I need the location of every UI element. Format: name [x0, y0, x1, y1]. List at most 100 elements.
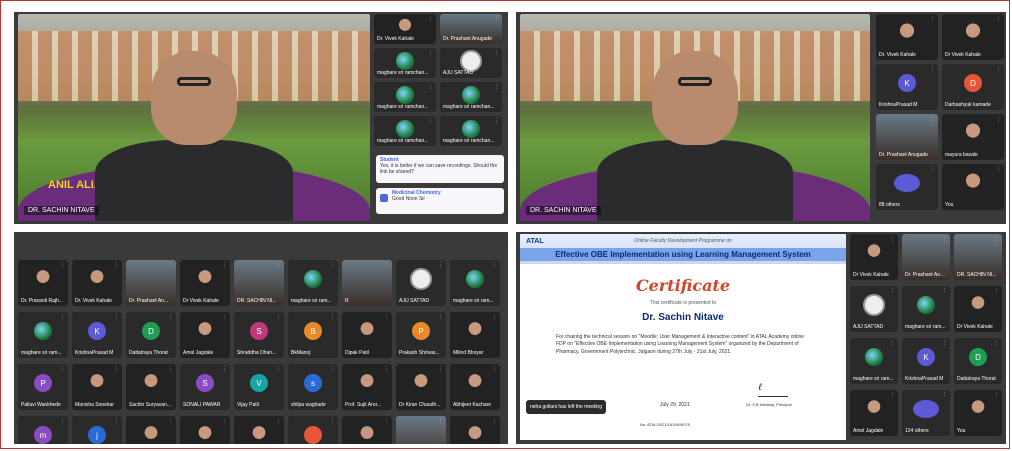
- tile-menu-icon[interactable]: ⋮: [60, 418, 65, 424]
- tile-menu-icon[interactable]: ⋮: [494, 16, 499, 22]
- participant-tile[interactable]: V ⋮ Vijay Patil: [234, 364, 284, 410]
- participant-tile[interactable]: ⋮ maghare sri ram...: [902, 286, 950, 332]
- tile-menu-icon[interactable]: ⋮: [438, 314, 443, 320]
- participant-tile[interactable]: ⋮ Amol Jagdale: [850, 390, 898, 436]
- tile-menu-icon[interactable]: ⋮: [994, 340, 999, 346]
- participant-tile[interactable]: K ⋮ KrishnaPrasad M: [876, 64, 938, 110]
- participant-tile[interactable]: ⋮ 124 others: [902, 390, 950, 436]
- tile-menu-icon[interactable]: ⋮: [428, 16, 433, 22]
- tile-menu-icon[interactable]: ⋮: [492, 262, 497, 268]
- participant-tile[interactable]: ⋮ Dr Vivek Kahale: [850, 234, 898, 280]
- participant-tile[interactable]: ⋮ R: [342, 260, 392, 306]
- participant-tile[interactable]: P ⋮ Pallavi Wankhede: [18, 364, 68, 410]
- participant-tile[interactable]: ⋮ Dr Kiran Chaudh...: [396, 364, 446, 410]
- tile-menu-icon[interactable]: ⋮: [942, 392, 947, 398]
- participant-tile[interactable]: ⋮ Dr Vivek Kahale: [942, 14, 1004, 60]
- participant-tile[interactable]: ⋮ Dr. Prashant Anugade: [876, 114, 938, 160]
- participant-tile[interactable]: s ⋮ shilpa waghade: [288, 364, 338, 410]
- tile-menu-icon[interactable]: ⋮: [168, 314, 173, 320]
- participant-tile[interactable]: ⋮ mayura bazale: [942, 114, 1004, 160]
- certificate-share[interactable]: ATAL Online Faculty Development Programm…: [520, 234, 846, 440]
- tile-menu-icon[interactable]: ⋮: [330, 418, 335, 424]
- participant-tile[interactable]: ⋮ Dipak Patil: [342, 312, 392, 358]
- participant-tile[interactable]: ⋮ Dr Vivek Kahale: [180, 260, 230, 306]
- tile-menu-icon[interactable]: ⋮: [114, 418, 119, 424]
- participant-tile[interactable]: ⋮ Dr. Prashant Anugade: [902, 234, 950, 280]
- participant-tile[interactable]: ⋮ Prof. Sujit Aror...: [342, 364, 392, 410]
- participant-tile[interactable]: ⋮ Dr. Prashant Anugade: [440, 14, 502, 44]
- chat-notice-medicinal[interactable]: Medicinal Chemistry Good Noon Sir: [376, 188, 504, 214]
- participant-tile[interactable]: ⋮ Abhijeet Kachare: [450, 364, 500, 410]
- tile-menu-icon[interactable]: ⋮: [438, 366, 443, 372]
- participant-tile[interactable]: ⋮ AJIJ SATTAD: [396, 260, 446, 306]
- participant-tile[interactable]: ⋮ AJIJ SATTAD: [850, 286, 898, 332]
- participant-tile[interactable]: ⋮: [342, 416, 392, 444]
- participant-tile[interactable]: B ⋮ BkManoj: [288, 312, 338, 358]
- participant-tile[interactable]: ⋮ Sachin Suryavan...: [126, 364, 176, 410]
- tile-menu-icon[interactable]: ⋮: [494, 118, 499, 124]
- tile-menu-icon[interactable]: ⋮: [222, 366, 227, 372]
- participant-tile[interactable]: ⋮ maghare sri ramchan...: [440, 116, 502, 146]
- tile-menu-icon[interactable]: ⋮: [890, 340, 895, 346]
- participant-tile[interactable]: D ⋮ Dattatraya Thorat: [954, 338, 1002, 384]
- participant-tile[interactable]: ⋮ Amol Jagdale: [180, 312, 230, 358]
- participant-tile[interactable]: ⋮ maghare sri ramchan...: [374, 48, 436, 78]
- participant-tile[interactable]: ⋮: [396, 416, 446, 444]
- tile-menu-icon[interactable]: ⋮: [492, 418, 497, 424]
- tile-menu-icon[interactable]: ⋮: [890, 288, 895, 294]
- tile-menu-icon[interactable]: ⋮: [276, 262, 281, 268]
- tile-menu-icon[interactable]: ⋮: [384, 418, 389, 424]
- tile-menu-icon[interactable]: ⋮: [384, 366, 389, 372]
- participant-tile[interactable]: ⋮ DR. SACHIN NI...: [954, 234, 1002, 280]
- participant-tile[interactable]: ⋮ maghare sri ram...: [18, 312, 68, 358]
- tile-menu-icon[interactable]: ⋮: [930, 66, 935, 72]
- tile-menu-icon[interactable]: ⋮: [494, 50, 499, 56]
- participant-tile[interactable]: j⋮j: [72, 416, 122, 444]
- tile-menu-icon[interactable]: ⋮: [168, 262, 173, 268]
- tile-menu-icon[interactable]: ⋮: [330, 262, 335, 268]
- tile-menu-icon[interactable]: ⋮: [492, 366, 497, 372]
- tile-menu-icon[interactable]: ⋮: [330, 366, 335, 372]
- participant-tile[interactable]: ⋮: [126, 416, 176, 444]
- participant-tile[interactable]: ⋮: [288, 416, 338, 444]
- tile-menu-icon[interactable]: ⋮: [996, 16, 1001, 22]
- participant-tile[interactable]: ⋮: [450, 416, 500, 444]
- participant-tile[interactable]: P ⋮ Prakash Shrivas...: [396, 312, 446, 358]
- tile-menu-icon[interactable]: ⋮: [996, 116, 1001, 122]
- participant-tile[interactable]: ⋮: [180, 416, 230, 444]
- tile-menu-icon[interactable]: ⋮: [930, 16, 935, 22]
- tile-menu-icon[interactable]: ⋮: [428, 50, 433, 56]
- tile-menu-icon[interactable]: ⋮: [890, 236, 895, 242]
- participant-tile[interactable]: D ⋮ Dattatraya Thorat: [126, 312, 176, 358]
- tile-menu-icon[interactable]: ⋮: [890, 392, 895, 398]
- tile-menu-icon[interactable]: ⋮: [942, 236, 947, 242]
- participant-tile[interactable]: S ⋮ SONALI PAWAR: [180, 364, 230, 410]
- participant-tile[interactable]: K ⋮ KrishnaPrasad M: [902, 338, 950, 384]
- tile-menu-icon[interactable]: ⋮: [168, 366, 173, 372]
- tile-menu-icon[interactable]: ⋮: [428, 84, 433, 90]
- participant-tile[interactable]: ⋮ maghare sri ram...: [450, 260, 500, 306]
- tile-menu-icon[interactable]: ⋮: [438, 418, 443, 424]
- participant-tile[interactable]: ⋮ Dr Vivek Kahale: [954, 286, 1002, 332]
- tile-menu-icon[interactable]: ⋮: [384, 314, 389, 320]
- tile-menu-icon[interactable]: ⋮: [492, 314, 497, 320]
- tile-menu-icon[interactable]: ⋮: [114, 262, 119, 268]
- tile-menu-icon[interactable]: ⋮: [60, 314, 65, 320]
- tile-menu-icon[interactable]: ⋮: [60, 262, 65, 268]
- tile-menu-icon[interactable]: ⋮: [60, 366, 65, 372]
- tile-menu-icon[interactable]: ⋮: [942, 288, 947, 294]
- participant-tile[interactable]: ⋮ Dr. Prashant An...: [126, 260, 176, 306]
- participant-tile[interactable]: ⋮ maghare sri ramchan...: [374, 82, 436, 112]
- tile-menu-icon[interactable]: ⋮: [222, 314, 227, 320]
- participant-tile[interactable]: ⋮: [234, 416, 284, 444]
- tile-menu-icon[interactable]: ⋮: [994, 236, 999, 242]
- tile-menu-icon[interactable]: ⋮: [114, 314, 119, 320]
- tile-menu-icon[interactable]: ⋮: [996, 166, 1001, 172]
- tile-menu-icon[interactable]: ⋮: [168, 418, 173, 424]
- participant-tile[interactable]: K ⋮ KrishnaPrasad M: [72, 312, 122, 358]
- tile-menu-icon[interactable]: ⋮: [114, 366, 119, 372]
- tile-menu-icon[interactable]: ⋮: [994, 288, 999, 294]
- tile-menu-icon[interactable]: ⋮: [996, 66, 1001, 72]
- tile-menu-icon[interactable]: ⋮: [276, 366, 281, 372]
- participant-tile[interactable]: ⋮ Manisha Sonekar: [72, 364, 122, 410]
